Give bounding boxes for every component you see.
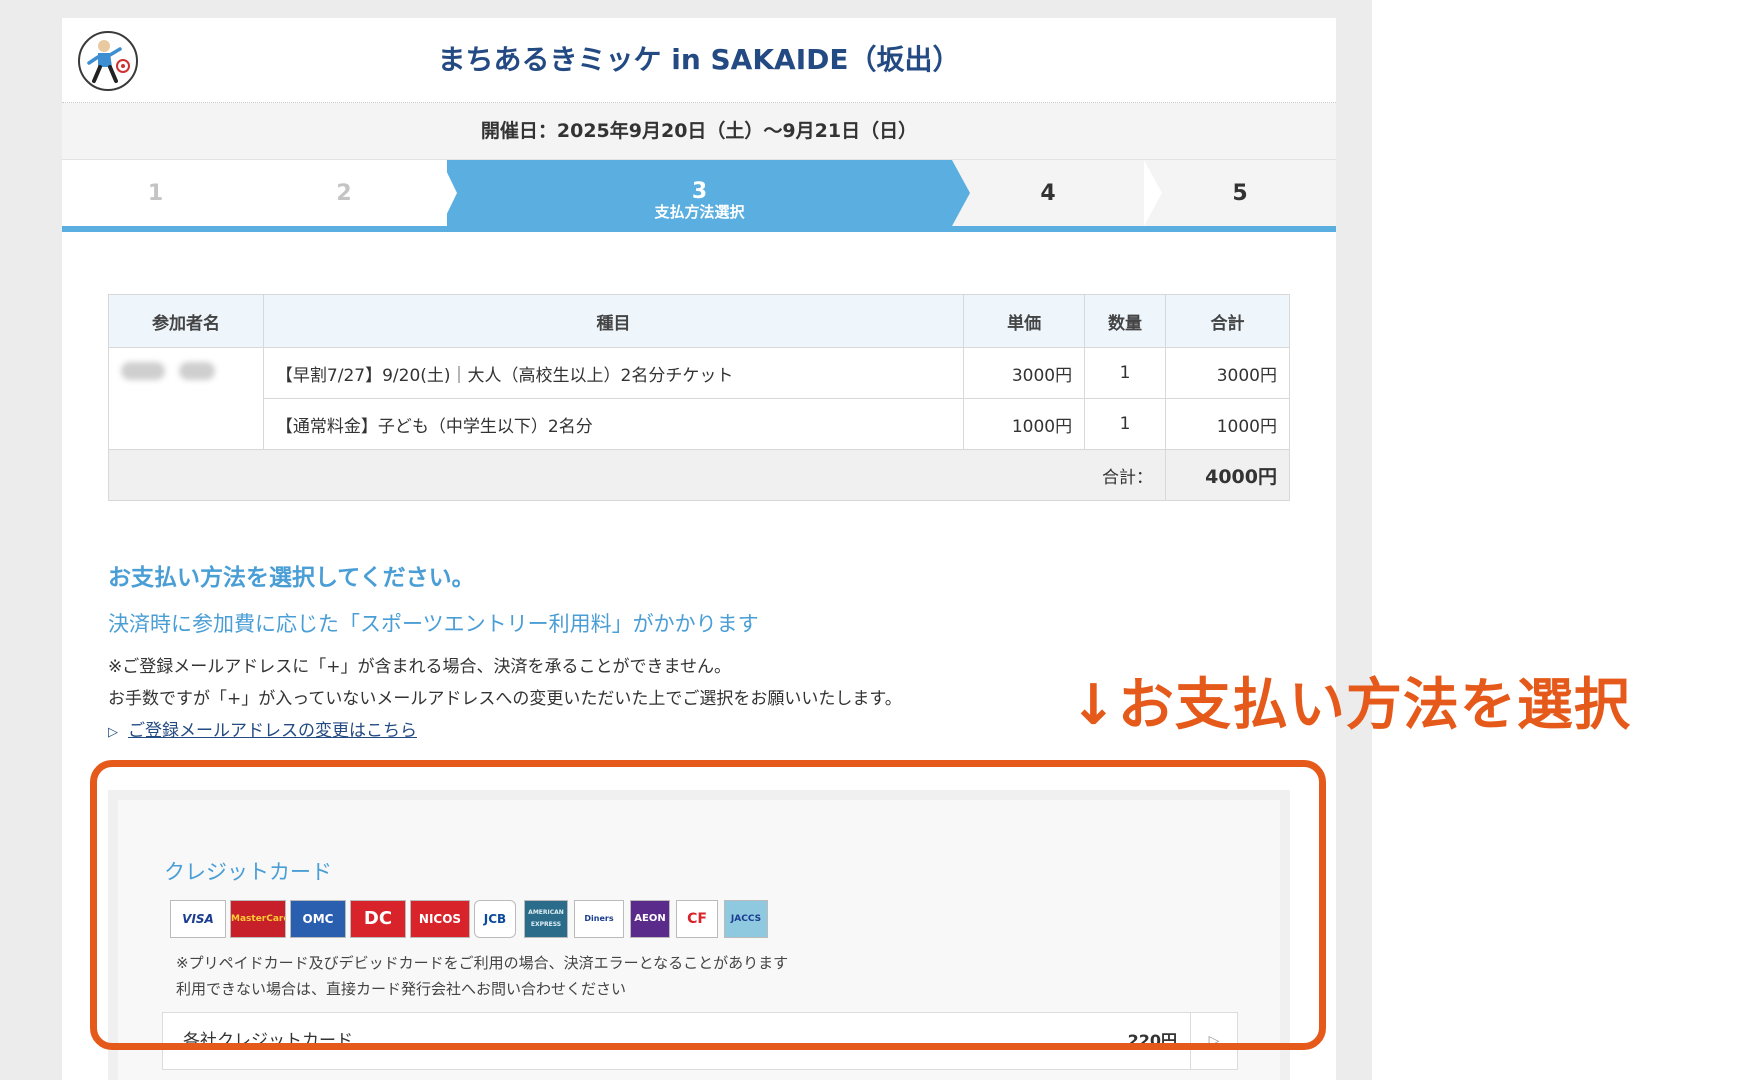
column-header: 種目 [262, 294, 965, 348]
table-row: 【早割7/27】9/20(土)｜大人（高校生以上）2名分チケット 3000円 1… [108, 347, 1290, 450]
step-2: 2 [249, 160, 439, 226]
grand-total-row: 合計： 4000円 [107, 449, 1290, 501]
email-change-request-note: お手数ですが「+」が入っていないメールアドレスへの変更いただいた上でご選択をお願… [108, 689, 902, 709]
step-1: 1 [62, 160, 249, 226]
step-indicator: 1 2 3 支払方法選択 4 5 [62, 160, 1336, 226]
entry-fee-note: 決済時に参加費に応じた「スポーツエントリー利用料」がかかります [108, 612, 759, 636]
grand-total-value: 4000円 [1165, 449, 1290, 501]
participant-name-redacted [108, 347, 264, 450]
step-progress-line [62, 226, 1336, 232]
step-number: 3 [691, 179, 708, 204]
step-arrow-icon [1144, 160, 1162, 226]
table-row: 【通常料金】子ども（中学生以下）2名分 1000円 1 1000円 [109, 398, 1290, 450]
quantity: 1 [1084, 398, 1167, 450]
step-4: 4 [952, 160, 1144, 226]
row-total: 1000円 [1165, 398, 1290, 450]
event-date: 開催日：2025年9月20日（土）〜9月21日（日） [62, 103, 1336, 160]
grand-total-label: 合計： [107, 449, 1167, 501]
column-header: 合計 [1165, 294, 1290, 348]
quantity: 1 [1084, 347, 1167, 399]
row-total: 3000円 [1165, 347, 1290, 399]
column-header: 数量 [1084, 294, 1167, 348]
column-header: 参加者名 [108, 294, 264, 348]
order-summary-table: 参加者名 種目 単価 数量 合計 【早割7/27】9/20(土)｜大人（高校生以… [107, 294, 1290, 501]
change-email-link-text: ご登録メールアドレスの変更はこちら [128, 721, 417, 741]
email-plus-note: ※ご登録メールアドレスに「+」が含まれる場合、決済を承ることができません。 [108, 657, 731, 677]
step-label: 支払方法選択 [654, 203, 745, 221]
step-number: 2 [336, 181, 352, 206]
step-5: 5 [1144, 160, 1336, 226]
annotation-callout: ↓お支払い方法を選択 [1070, 673, 1631, 738]
item-name: 【早割7/27】9/20(土)｜大人（高校生以上）2名分チケット [262, 347, 965, 399]
event-title: まちあるきミッケ in SAKAIDE（坂出） [437, 43, 961, 76]
payment-heading: お支払い方法を選択してください。 [108, 565, 475, 591]
step-arrow-icon [441, 160, 457, 226]
column-header: 単価 [963, 294, 1086, 348]
change-email-link[interactable]: ▷ ご登録メールアドレスの変更はこちら [108, 716, 417, 741]
step-3-active: 3 支払方法選択 [447, 160, 952, 226]
unit-price: 3000円 [963, 347, 1086, 399]
annotation-highlight-box [90, 760, 1326, 1050]
step-number: 4 [1040, 181, 1056, 206]
event-header: まちあるきミッケ in SAKAIDE（坂出） [62, 18, 1336, 103]
item-name: 【通常料金】子ども（中学生以下）2名分 [262, 398, 965, 450]
unit-price: 1000円 [963, 398, 1086, 450]
triangle-right-icon: ▷ [108, 725, 118, 740]
table-header-row: 参加者名 種目 単価 数量 合計 [108, 294, 1290, 348]
step-number: 5 [1232, 181, 1248, 206]
step-number: 1 [147, 181, 164, 206]
step-arrow-icon [952, 160, 970, 226]
